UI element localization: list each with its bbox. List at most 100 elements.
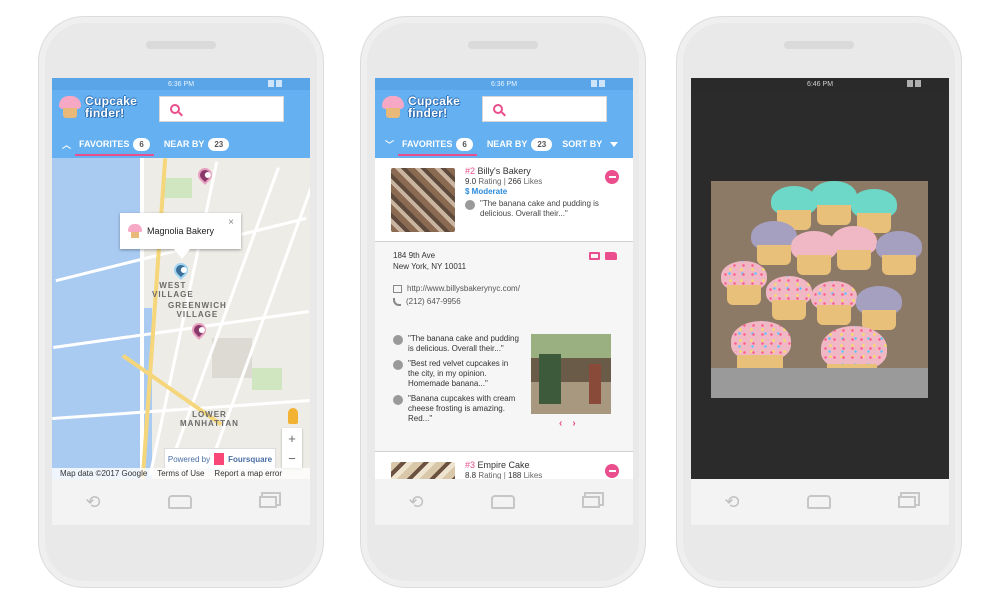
report-error-link[interactable]: Report a map error: [214, 469, 282, 478]
android-nav-bar: ⟲: [375, 479, 633, 525]
list-item[interactable]: #2 Billy's Bakery 9.0 Rating | 266 Likes…: [375, 158, 633, 242]
powered-by-badge[interactable]: Powered by Foursquare: [164, 448, 276, 470]
android-nav-bar: ⟲: [691, 479, 949, 525]
pegman-icon[interactable]: [288, 408, 298, 424]
tab-favorites-label: FAVORITES: [79, 139, 130, 149]
home-icon[interactable]: [806, 495, 831, 509]
bakery-rating: 9.0 Rating | 266 Likes: [465, 177, 543, 186]
chevron-down-icon[interactable]: ﹀: [385, 138, 394, 151]
logo-line2: finder!: [85, 106, 125, 120]
tab-favorites[interactable]: FAVORITES 6: [75, 130, 154, 158]
map-view[interactable]: WEST VILLAGE GREENWICH VILLAGE LOWER MAN…: [52, 158, 310, 479]
signal-icon: [907, 80, 913, 87]
tab-bar: ﹀ FAVORITES 6 NEAR BY 23 SORT BY: [375, 130, 633, 158]
status-bar: 6:36 PM: [52, 78, 310, 90]
cupcake-logo-icon: [381, 95, 405, 119]
cupcakes-photo[interactable]: [711, 181, 928, 398]
search-input[interactable]: [482, 96, 607, 122]
tab-nearby[interactable]: NEAR BY 23: [160, 130, 233, 158]
map-pin-icon[interactable]: [171, 260, 191, 281]
popup-title: Magnolia Bakery: [147, 226, 215, 236]
tab-nearby[interactable]: NEAR BY 23: [483, 130, 556, 158]
sort-by-dropdown[interactable]: SORT BY: [558, 130, 622, 158]
back-icon[interactable]: ⟲: [724, 492, 739, 513]
website-row[interactable]: http://www.billysbakerynyc.com/: [393, 284, 520, 293]
bakery-title: #2 Billy's Bakery: [465, 166, 531, 176]
review-text: "Banana cupcakes with cream cheese frost…: [408, 394, 516, 423]
prev-photo-button[interactable]: ‹: [559, 418, 562, 429]
storefront-photo[interactable]: [531, 334, 611, 414]
android-nav-bar: ⟲: [52, 479, 310, 525]
address: 184 9th Ave New York, NY 10011: [393, 250, 466, 272]
tab-nearby-label: NEAR BY: [163, 139, 205, 149]
recent-apps-icon[interactable]: [258, 496, 277, 508]
building-block: [212, 338, 252, 378]
recent-apps-icon[interactable]: [897, 496, 916, 508]
status-icons: [268, 80, 282, 87]
phone-map: 6:36 PM Cupcake finder! ︿ FAVORITES 6 NE…: [38, 16, 324, 588]
map-pin-icon[interactable]: [195, 165, 215, 186]
label-west-village: WEST VILLAGE: [152, 281, 194, 299]
signal-icon: [591, 80, 597, 87]
review-list: "The banana cake and pudding is deliciou…: [393, 334, 521, 429]
zoom-out-button[interactable]: −: [288, 451, 296, 466]
battery-icon: [915, 80, 921, 87]
home-icon[interactable]: [167, 495, 192, 509]
status-time: 6:46 PM: [806, 80, 834, 88]
speaker: [784, 41, 854, 49]
review-item: "Best red velvet cupcakes in the city, i…: [393, 359, 521, 389]
recent-apps-icon[interactable]: [581, 496, 600, 508]
user-avatar-icon: [465, 200, 475, 210]
back-icon[interactable]: ⟲: [408, 492, 423, 513]
home-icon[interactable]: [490, 495, 515, 509]
app-logo[interactable]: Cupcake finder!: [58, 95, 137, 119]
status-icons: [591, 80, 605, 87]
logo-text: Cupcake finder!: [408, 95, 460, 119]
rating-label: Rating: [478, 471, 502, 479]
delivery-truck-icon: [605, 252, 617, 260]
remove-favorite-icon[interactable]: [605, 464, 619, 478]
close-icon[interactable]: ×: [228, 217, 234, 228]
phone-number[interactable]: (212) 647-9956: [406, 297, 461, 306]
likes-label: Likes: [523, 471, 543, 479]
bakery-rank: #2: [465, 166, 476, 176]
map-attribution: Map data ©2017 Google Terms of Use Repor…: [52, 468, 310, 479]
list-item[interactable]: #3 Empire Cake 8.8 Rating | 188 Likes: [375, 452, 633, 479]
review-snippet: "The banana cake and pudding is deliciou…: [465, 199, 605, 219]
stage: 6:36 PM Cupcake finder! ︿ FAVORITES 6 NE…: [0, 0, 991, 595]
search-icon: [170, 104, 180, 114]
park: [162, 178, 192, 198]
likes-label: Likes: [523, 177, 543, 186]
tab-favorites[interactable]: FAVORITES 6: [398, 130, 477, 158]
bakery-thumbnail[interactable]: [391, 462, 455, 479]
bakery-list: #2 Billy's Bakery 9.0 Rating | 266 Likes…: [375, 158, 633, 479]
tab-favorites-label: FAVORITES: [402, 139, 453, 149]
website-link[interactable]: http://www.billysbakerynyc.com/: [407, 284, 520, 293]
bakery-name: Empire Cake: [477, 460, 530, 470]
rating-label: Rating: [478, 177, 502, 186]
status-bar: 6:36 PM: [375, 78, 633, 90]
search-input[interactable]: [159, 96, 284, 122]
map-pin-icon[interactable]: [189, 320, 209, 341]
phone-row[interactable]: (212) 647-9956: [393, 297, 461, 306]
info-popup[interactable]: Magnolia Bakery ×: [120, 213, 241, 259]
next-photo-button[interactable]: ›: [572, 418, 575, 429]
bakery-thumbnail[interactable]: [391, 168, 455, 232]
screen-list: 6:36 PM Cupcake finder! ﹀ FAVORITES 6 NE…: [375, 78, 633, 479]
remove-favorite-icon[interactable]: [605, 170, 619, 184]
likes-value: 188: [508, 471, 522, 479]
terms-link[interactable]: Terms of Use: [157, 469, 204, 478]
nearby-count-badge: 23: [208, 137, 230, 151]
review-text: "The banana cake and pudding is deliciou…: [480, 199, 599, 218]
zoom-in-button[interactable]: +: [288, 431, 296, 446]
photo-viewer[interactable]: [691, 90, 949, 479]
chevron-up-icon[interactable]: ︿: [62, 138, 71, 151]
back-icon[interactable]: ⟲: [85, 492, 100, 513]
app-logo[interactable]: Cupcake finder!: [381, 95, 460, 119]
status-icons: [907, 80, 921, 87]
likes-value: 266: [508, 177, 522, 186]
service-icons: [589, 252, 617, 260]
status-bar: 6:46 PM: [691, 78, 949, 90]
caret-down-icon: [610, 141, 619, 147]
tab-nearby-label: NEAR BY: [486, 139, 528, 149]
